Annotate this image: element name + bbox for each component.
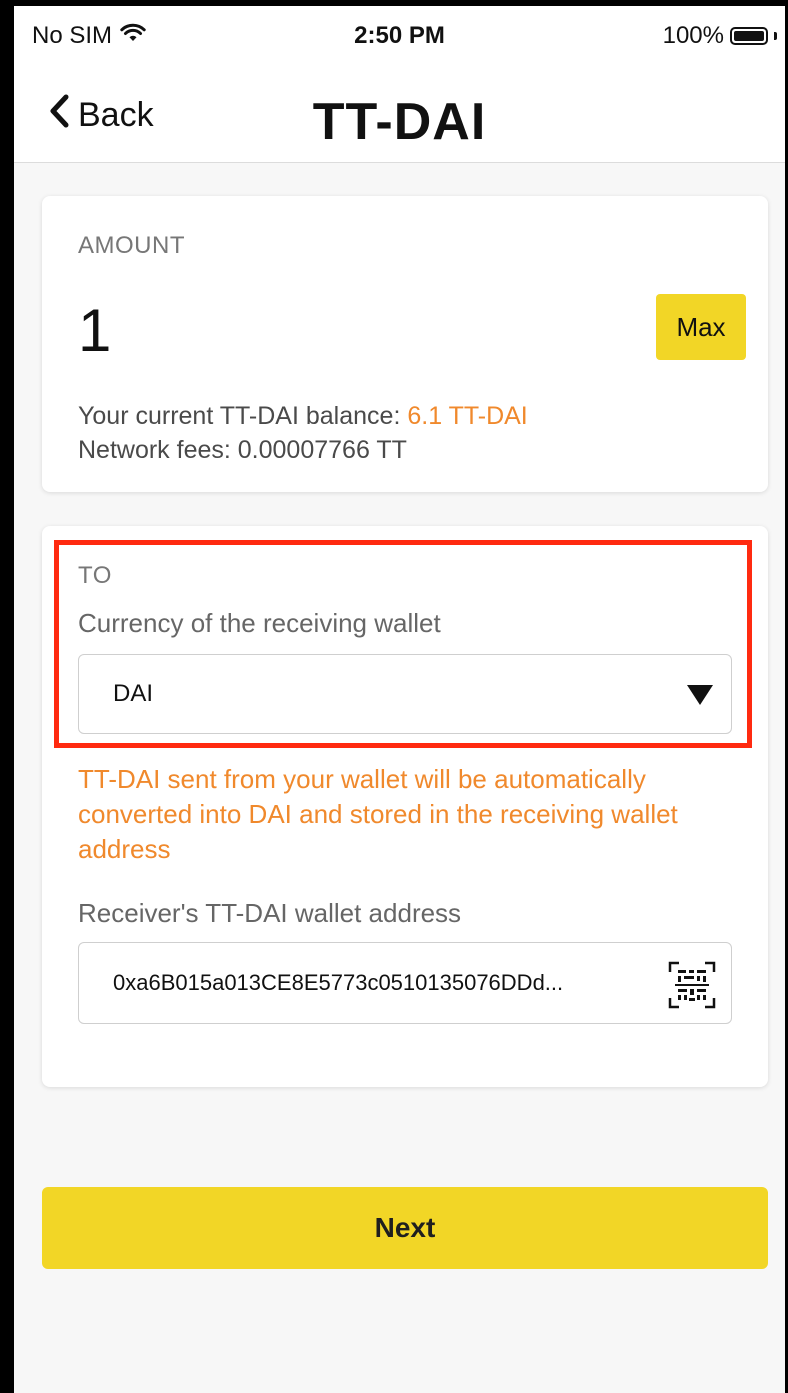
amount-card: AMOUNT 1 Max Your current TT-DAI balance… [42, 196, 768, 492]
battery-icon [730, 27, 768, 45]
highlight-box [54, 540, 752, 748]
battery-fill [734, 31, 764, 41]
address-input[interactable]: 0xa6B015a013CE8E5773c0510135076DDd... [78, 942, 732, 1024]
balance-line: Your current TT-DAI balance: 6.1 TT-DAI [78, 402, 528, 431]
nav-bar: Back TT-DAI [14, 64, 785, 163]
battery-percent: 100% [662, 22, 724, 49]
conversion-note: TT-DAI sent from your wallet will be aut… [78, 764, 678, 864]
qr-scan-icon[interactable] [667, 960, 717, 1010]
page-title: TT-DAI [312, 93, 487, 151]
address-value: 0xa6B015a013CE8E5773c0510135076DDd... [113, 970, 564, 995]
amount-input[interactable]: 1 [78, 296, 111, 365]
to-card: TO Currency of the receiving wallet DAI … [42, 526, 768, 1087]
battery-tip [774, 32, 777, 40]
balance-prefix: Your current TT-DAI balance: [78, 402, 408, 430]
address-label: Receiver's TT-DAI wallet address [78, 898, 462, 928]
balance-value: 6.1 TT-DAI [407, 402, 528, 430]
network-fees: Network fees: 0.00007766 TT [78, 436, 407, 464]
status-bar: No SIM 2:50 PM 100% [14, 6, 785, 64]
status-right: 100% [663, 22, 777, 50]
amount-label: AMOUNT [78, 232, 185, 259]
app-screen: No SIM 2:50 PM 100% Back TT-DAI AMOUNT 1… [14, 6, 785, 1393]
max-button[interactable]: Max [656, 294, 746, 360]
next-button[interactable]: Next [42, 1187, 768, 1269]
